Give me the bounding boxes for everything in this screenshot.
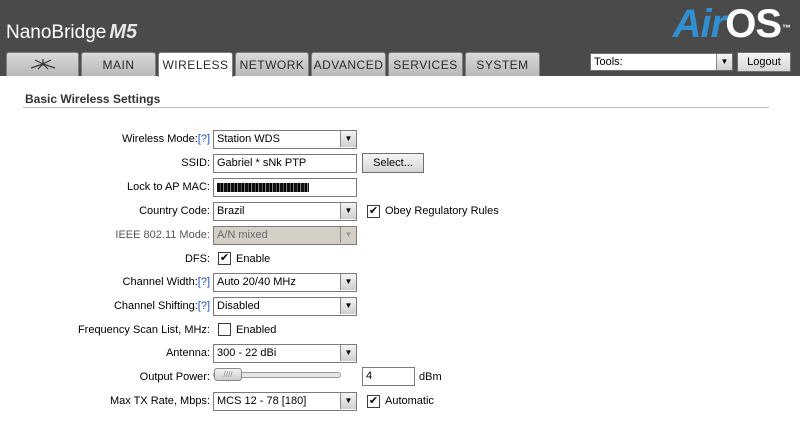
channel-shifting-label-text: Channel Shifting: [113,300,198,312]
output-power-slider-handle[interactable]: //// [214,368,242,381]
max-tx-rate-label: Max TX Rate, Mbps: [109,395,210,407]
ieee-mode-label: IEEE 802.11 Mode: [115,229,210,241]
chevron-down-icon: ▼ [340,131,356,147]
header-bar: NanoBridge M5 AirOS™ MAIN WIRELESS NETWOR… [0,0,800,77]
max-tx-automatic-label: Automatic [385,395,434,407]
chevron-down-icon: ▼ [340,203,356,219]
chevron-down-icon: ▼ [340,274,356,290]
channel-shifting-value: Disabled [217,300,260,312]
channel-shifting-select[interactable]: Disabled ▼ [213,297,357,316]
output-power-value: 4 [366,370,373,382]
output-power-input[interactable]: 4 [362,367,415,386]
max-tx-automatic-checkbox[interactable]: ✔ [367,395,380,408]
section-divider [23,107,769,108]
max-tx-rate-select[interactable]: MCS 12 - 78 [180] ▼ [213,392,357,411]
logo-trademark: ™ [782,23,791,33]
output-power-unit: dBm [419,371,442,383]
wireless-mode-help-link[interactable]: [?] [198,133,210,145]
tab-main[interactable]: MAIN [81,52,156,76]
tab-services[interactable]: SERVICES [388,52,463,76]
chevron-down-icon: ▼ [340,227,356,243]
obey-regulatory-checkbox[interactable]: ✔ [367,205,380,218]
wireless-mode-value: Station WDS [217,133,280,145]
ssid-select-button[interactable]: Select... [362,153,424,173]
ieee-mode-select: A/N mixed ▼ [213,226,357,245]
dfs-enable-checkbox[interactable]: ✔ [218,252,231,265]
ssid-label: SSID: [181,157,210,169]
channel-shifting-label: Channel Shifting:[?] [114,300,210,312]
lock-ap-mac-label: Lock to AP MAC: [127,181,210,193]
chevron-down-icon: ▼ [340,393,356,409]
wireless-mode-label-text: Wireless Mode: [121,133,198,145]
max-tx-rate-value: MCS 12 - 78 [180] [217,395,307,407]
dfs-label: DFS: [184,253,210,265]
tab-advanced[interactable]: ADVANCED [311,52,386,76]
country-code-label: Country Code: [139,205,210,217]
channel-width-select[interactable]: Auto 20/40 MHz ▼ [213,273,357,292]
tools-dropdown[interactable]: Tools: ▼ [590,53,733,71]
country-code-value: Brazil [217,205,245,217]
channel-width-help-link[interactable]: [?] [198,276,210,288]
chevron-down-icon: ▼ [716,54,732,70]
tab-ubiquiti-home[interactable] [6,52,79,76]
brand-name: NanoBridge [6,22,107,43]
ssid-input[interactable]: Gabriel * sNk PTP [213,154,357,173]
freq-scan-label: Frequency Scan List, MHz: [77,324,210,336]
dfs-enable-label: Enable [236,253,271,265]
antenna-select[interactable]: 300 - 22 dBi ▼ [213,344,357,363]
chevron-down-icon: ▼ [340,298,356,314]
airos-logo: AirOS™ [672,2,791,46]
wireless-mode-label: Wireless Mode:[?] [122,133,210,145]
tab-system[interactable]: SYSTEM [465,52,540,76]
wireless-mode-select[interactable]: Station WDS ▼ [213,130,357,149]
obey-regulatory-label: Obey Regulatory Rules [385,205,499,217]
channel-width-label: Channel Width:[?] [123,276,210,288]
logout-button[interactable]: Logout [737,52,791,72]
output-power-label: Output Power: [139,371,210,383]
logo-os-text: OS [725,2,782,46]
redacted-mac-value [217,183,309,192]
logo-air-text: Air [672,2,727,46]
tab-network[interactable]: NETWORK [235,52,309,76]
channel-width-label-text: Channel Width: [122,276,198,288]
brand-title: NanoBridge M5 [6,21,137,44]
antenna-value: 300 - 22 dBi [217,347,277,359]
lock-ap-mac-input[interactable] [213,178,357,197]
chevron-down-icon: ▼ [340,345,356,361]
ieee-mode-value: A/N mixed [217,229,268,241]
freq-scan-enabled-checkbox[interactable] [218,323,231,336]
channel-width-value: Auto 20/40 MHz [217,276,296,288]
antenna-label: Antenna: [165,347,210,359]
channel-shifting-help-link[interactable]: [?] [198,300,210,312]
section-title: Basic Wireless Settings [25,92,161,106]
ssid-value: Gabriel * sNk PTP [217,157,307,169]
freq-scan-enabled-label: Enabled [236,324,277,336]
tab-wireless[interactable]: WIRELESS [158,52,233,77]
ubiquiti-logo-icon [30,59,55,70]
country-code-select[interactable]: Brazil ▼ [213,202,357,221]
tools-dropdown-value: Tools: [594,56,623,68]
brand-model: M5 [109,21,138,43]
